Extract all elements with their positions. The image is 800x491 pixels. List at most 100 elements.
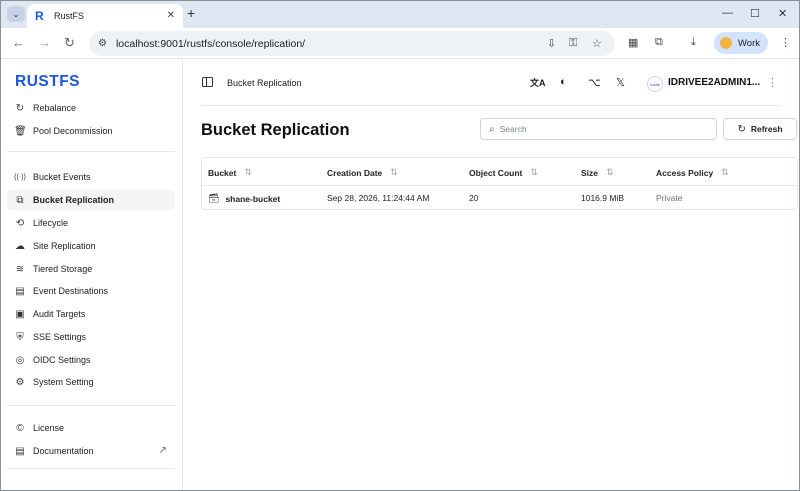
back-arrow-icon[interactable]: ←	[12, 36, 25, 50]
sidebar-divider	[7, 405, 175, 406]
sidebar-toggle-icon[interactable]	[202, 77, 213, 87]
browser-toolbar: ← → ↻ ⚙ localhost:9001/rustfs/console/re…	[1, 28, 799, 59]
layers-icon: ≋	[15, 263, 25, 275]
archive-box-icon: 🗃	[208, 193, 220, 203]
close-icon[interactable]: ✕	[167, 10, 175, 21]
github-icon[interactable]: ⌥	[588, 76, 601, 89]
search-input[interactable]	[499, 124, 700, 134]
tab-search-button[interactable]: ⌄	[7, 6, 25, 22]
sort-icon[interactable]: ⇅	[244, 167, 252, 178]
sidebar-item-label: Bucket Replication	[33, 195, 115, 205]
x-twitter-icon[interactable]: 𝕏	[616, 76, 625, 89]
tab-strip: ⌄ R RustFS ✕ + — ☐ ✕	[1, 1, 799, 28]
column-label: Creation Date	[327, 167, 383, 178]
search-icon: ⌕	[489, 123, 495, 135]
tab-title: RustFS	[54, 11, 85, 21]
column-header-size[interactable]: Size ⇅	[581, 167, 614, 178]
sidebar-item-oidc-settings[interactable]: ◎ OIDC Settings	[7, 350, 175, 370]
sidebar-item-label: Site Replication	[33, 241, 96, 251]
translate-icon[interactable]: 文A	[530, 76, 546, 89]
avatar	[720, 37, 732, 49]
column-header-access-policy[interactable]: Access Policy ⇅	[656, 167, 729, 178]
table-header: Bucket ⇅ Creation Date ⇅ Object Count ⇅ …	[202, 158, 797, 186]
column-label: Bucket	[208, 167, 237, 178]
sidebar-item-license[interactable]: © License	[7, 418, 175, 438]
download-icon[interactable]: ⤓	[691, 36, 696, 49]
rebalance-icon: ↻	[15, 102, 25, 114]
sidebar-item-rebalance[interactable]: ↻ Rebalance	[7, 98, 175, 118]
qr-code-icon[interactable]: ▦	[628, 36, 638, 49]
minimize-icon[interactable]: —	[722, 7, 733, 19]
fingerprint-icon: ◎	[15, 354, 25, 366]
search-box[interactable]: ⌕	[480, 118, 717, 140]
refresh-button[interactable]: ↻ Refresh	[723, 118, 797, 140]
sidebar-divider	[7, 468, 175, 469]
sidebar-item-label: Pool Decommission	[33, 126, 113, 136]
maximize-icon[interactable]: ☐	[750, 7, 760, 20]
sidebar-item-documentation[interactable]: ▤ Documentation ↗	[7, 441, 175, 461]
column-header-bucket[interactable]: Bucket ⇅	[208, 167, 252, 178]
shield-icon: ⛨	[16, 331, 24, 343]
password-key-icon[interactable]: ⚿	[569, 37, 577, 50]
user-avatar-logo[interactable]: rustfs	[647, 76, 663, 92]
sidebar-item-lifecycle[interactable]: ⟲ Lifecycle	[7, 213, 175, 233]
main-panel: Bucket Replication 文A ◐ ⌥ 𝕏 rustfs IDRIV…	[184, 59, 799, 490]
column-header-creation-date[interactable]: Creation Date ⇅	[327, 167, 398, 178]
sort-icon[interactable]: ⇅	[606, 167, 614, 178]
sort-icon[interactable]: ⇅	[390, 167, 398, 178]
sidebar-item-event-destinations[interactable]: ▤ Event Destinations	[7, 281, 175, 301]
install-app-icon[interactable]: ⇩	[547, 37, 556, 50]
extensions-icon[interactable]: ⧉	[655, 36, 663, 49]
sidebar-item-label: Event Destinations	[33, 286, 109, 296]
address-bar[interactable]: ⚙ localhost:9001/rustfs/console/replicat…	[89, 31, 615, 56]
sidebar-item-audit-targets[interactable]: ▣ Audit Targets	[7, 304, 175, 324]
sidebar-item-label: SSE Settings	[33, 332, 87, 342]
page-title: Bucket Replication	[201, 121, 350, 139]
window-close-icon[interactable]: ✕	[778, 7, 787, 20]
refresh-icon: ↻	[737, 123, 746, 135]
sort-icon[interactable]: ⇅	[721, 167, 729, 178]
sidebar-item-label: Documentation	[33, 446, 94, 456]
sidebar-item-sse-settings[interactable]: ⛨ SSE Settings	[7, 327, 175, 347]
new-tab-icon[interactable]: +	[187, 6, 195, 20]
column-header-object-count[interactable]: Object Count ⇅	[469, 167, 538, 178]
profile-button[interactable]: Work	[714, 32, 768, 54]
sidebar-item-label: OIDC Settings	[33, 355, 91, 365]
bucket-name[interactable]: shane-bucket	[225, 194, 280, 204]
browser-tab[interactable]: R RustFS ✕	[27, 4, 183, 28]
url-text[interactable]: localhost:9001/rustfs/console/replicatio…	[116, 38, 305, 50]
rustfs-favicon-icon: R	[35, 9, 44, 23]
sidebar-item-label: Lifecycle	[33, 218, 69, 228]
sidebar-item-site-replication[interactable]: ☁ Site Replication	[7, 236, 175, 256]
site-info-icon[interactable]: ⚙	[98, 38, 107, 49]
lifecycle-icon: ⟲	[15, 217, 25, 229]
column-label: Object Count	[469, 167, 523, 178]
sidebar-item-label: License	[33, 423, 65, 433]
document-icon: ▤	[15, 445, 25, 457]
cell-access-policy: Private	[656, 193, 683, 203]
sidebar-item-label: System Setting	[33, 377, 94, 387]
table-row[interactable]: 🗃 shane-bucket Sep 28, 2026, 11:24:44 AM…	[202, 186, 797, 210]
cell-bucket[interactable]: 🗃 shane-bucket	[208, 193, 280, 204]
forward-arrow-icon[interactable]: →	[38, 36, 51, 50]
bookmark-star-icon[interactable]: ☆	[592, 37, 602, 50]
sidebar-item-bucket-replication[interactable]: ⧉ Bucket Replication	[7, 190, 175, 210]
sort-icon[interactable]: ⇅	[530, 167, 538, 178]
sidebar-item-system-setting[interactable]: ⚙ System Setting	[7, 372, 175, 392]
reload-icon[interactable]: ↻	[64, 36, 75, 50]
external-link-icon: ↗	[158, 445, 167, 456]
more-vertical-icon[interactable]: ⋮	[767, 76, 778, 89]
sidebar-item-tiered-storage[interactable]: ≋ Tiered Storage	[7, 259, 175, 279]
copy-icon: ⧉	[16, 194, 24, 206]
buckets-table: Bucket ⇅ Creation Date ⇅ Object Count ⇅ …	[201, 157, 798, 210]
cloud-upload-icon: ☁	[15, 240, 25, 252]
theme-toggle-icon[interactable]: ◐	[560, 76, 567, 88]
breadcrumb: Bucket Replication	[227, 78, 302, 88]
app-content: RUSTFS ↻ Rebalance 🗑 Pool Decommission (…	[1, 59, 799, 490]
sidebar-item-pool-decommission[interactable]: 🗑 Pool Decommission	[7, 121, 175, 141]
refresh-label: Refresh	[750, 124, 783, 134]
rustfs-logo[interactable]: RUSTFS	[15, 73, 80, 91]
browser-menu-icon[interactable]: ⋮	[780, 36, 791, 49]
sidebar-item-bucket-events[interactable]: ((·)) Bucket Events	[7, 167, 175, 187]
user-name[interactable]: IDRIVEE2ADMIN1...	[668, 77, 760, 88]
